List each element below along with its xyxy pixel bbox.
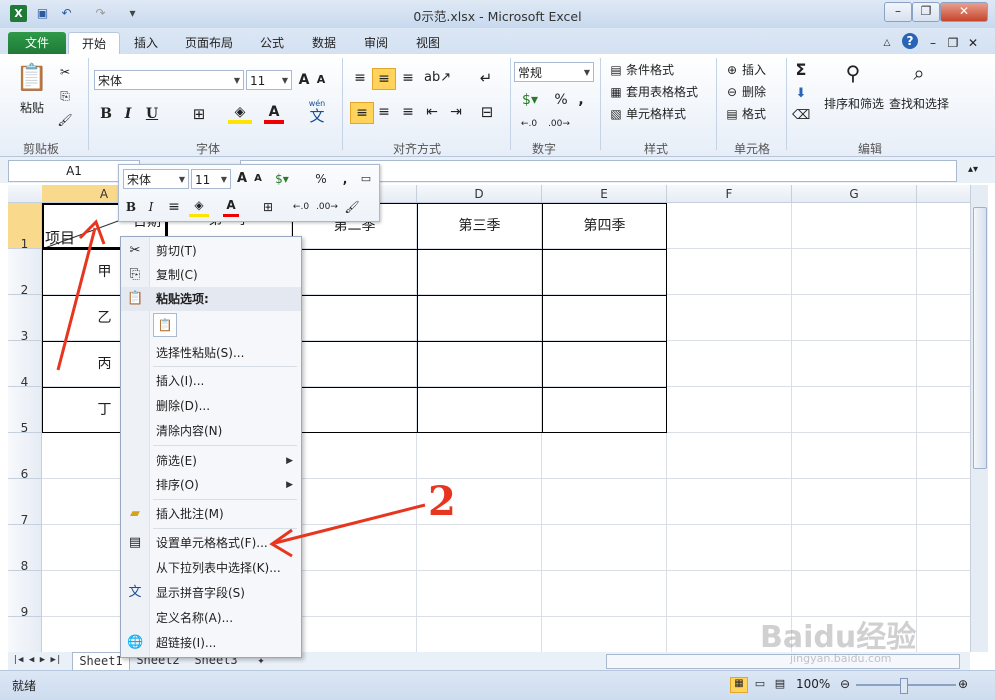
arrow-2-head bbox=[269, 528, 293, 558]
watermark-url: jingyan.baidu.com bbox=[790, 652, 892, 665]
arrow-2-line bbox=[274, 503, 426, 545]
annotation-arrows bbox=[56, 219, 426, 558]
watermark-brand: Baidu经验 bbox=[760, 620, 917, 655]
annotation-number: 2 bbox=[428, 478, 456, 525]
arrow-1-line bbox=[56, 227, 97, 371]
